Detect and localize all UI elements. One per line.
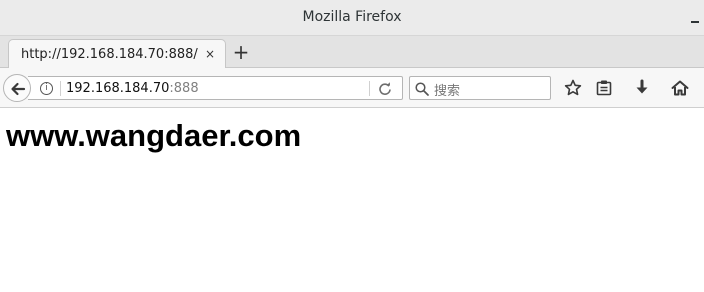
back-button[interactable] [3, 74, 31, 102]
download-arrow-icon [636, 79, 648, 94]
tab-active[interactable]: http://192.168.184.70:888/ × [8, 39, 226, 69]
home-icon [671, 80, 689, 96]
tab-close-icon[interactable]: × [203, 47, 217, 61]
minimize-button[interactable] [686, 10, 702, 26]
navigation-toolbar: i 192.168.184.70:888 搜索 [0, 68, 704, 108]
downloads-button[interactable] [632, 78, 652, 98]
star-icon [564, 79, 582, 96]
clipboard-icon [596, 80, 612, 96]
bookmark-star-button[interactable] [563, 78, 583, 98]
back-arrow-icon [11, 82, 26, 96]
url-port: :888 [169, 81, 199, 96]
info-icon[interactable]: i [40, 82, 53, 95]
url-divider [60, 81, 61, 96]
library-button[interactable] [594, 78, 614, 98]
url-text[interactable]: 192.168.184.70:888 [66, 81, 199, 96]
reload-divider [369, 81, 370, 96]
window-title: Mozilla Firefox [302, 9, 402, 25]
url-host: 192.168.184.70 [66, 81, 170, 96]
search-icon [415, 81, 429, 96]
search-bar[interactable]: 搜索 [409, 76, 551, 100]
page-content: www.wangdaer.com [0, 109, 704, 292]
reload-icon[interactable] [378, 81, 392, 95]
search-placeholder: 搜索 [434, 84, 461, 99]
tab-strip: http://192.168.184.70:888/ × + [0, 36, 704, 69]
url-bar[interactable]: i 192.168.184.70:888 [28, 76, 403, 100]
home-button[interactable] [670, 78, 690, 98]
page-heading: www.wangdaer.com [6, 118, 302, 153]
window-titlebar: Mozilla Firefox [0, 0, 704, 36]
new-tab-button[interactable]: + [231, 42, 251, 63]
tab-title: http://192.168.184.70:888/ [21, 47, 198, 62]
